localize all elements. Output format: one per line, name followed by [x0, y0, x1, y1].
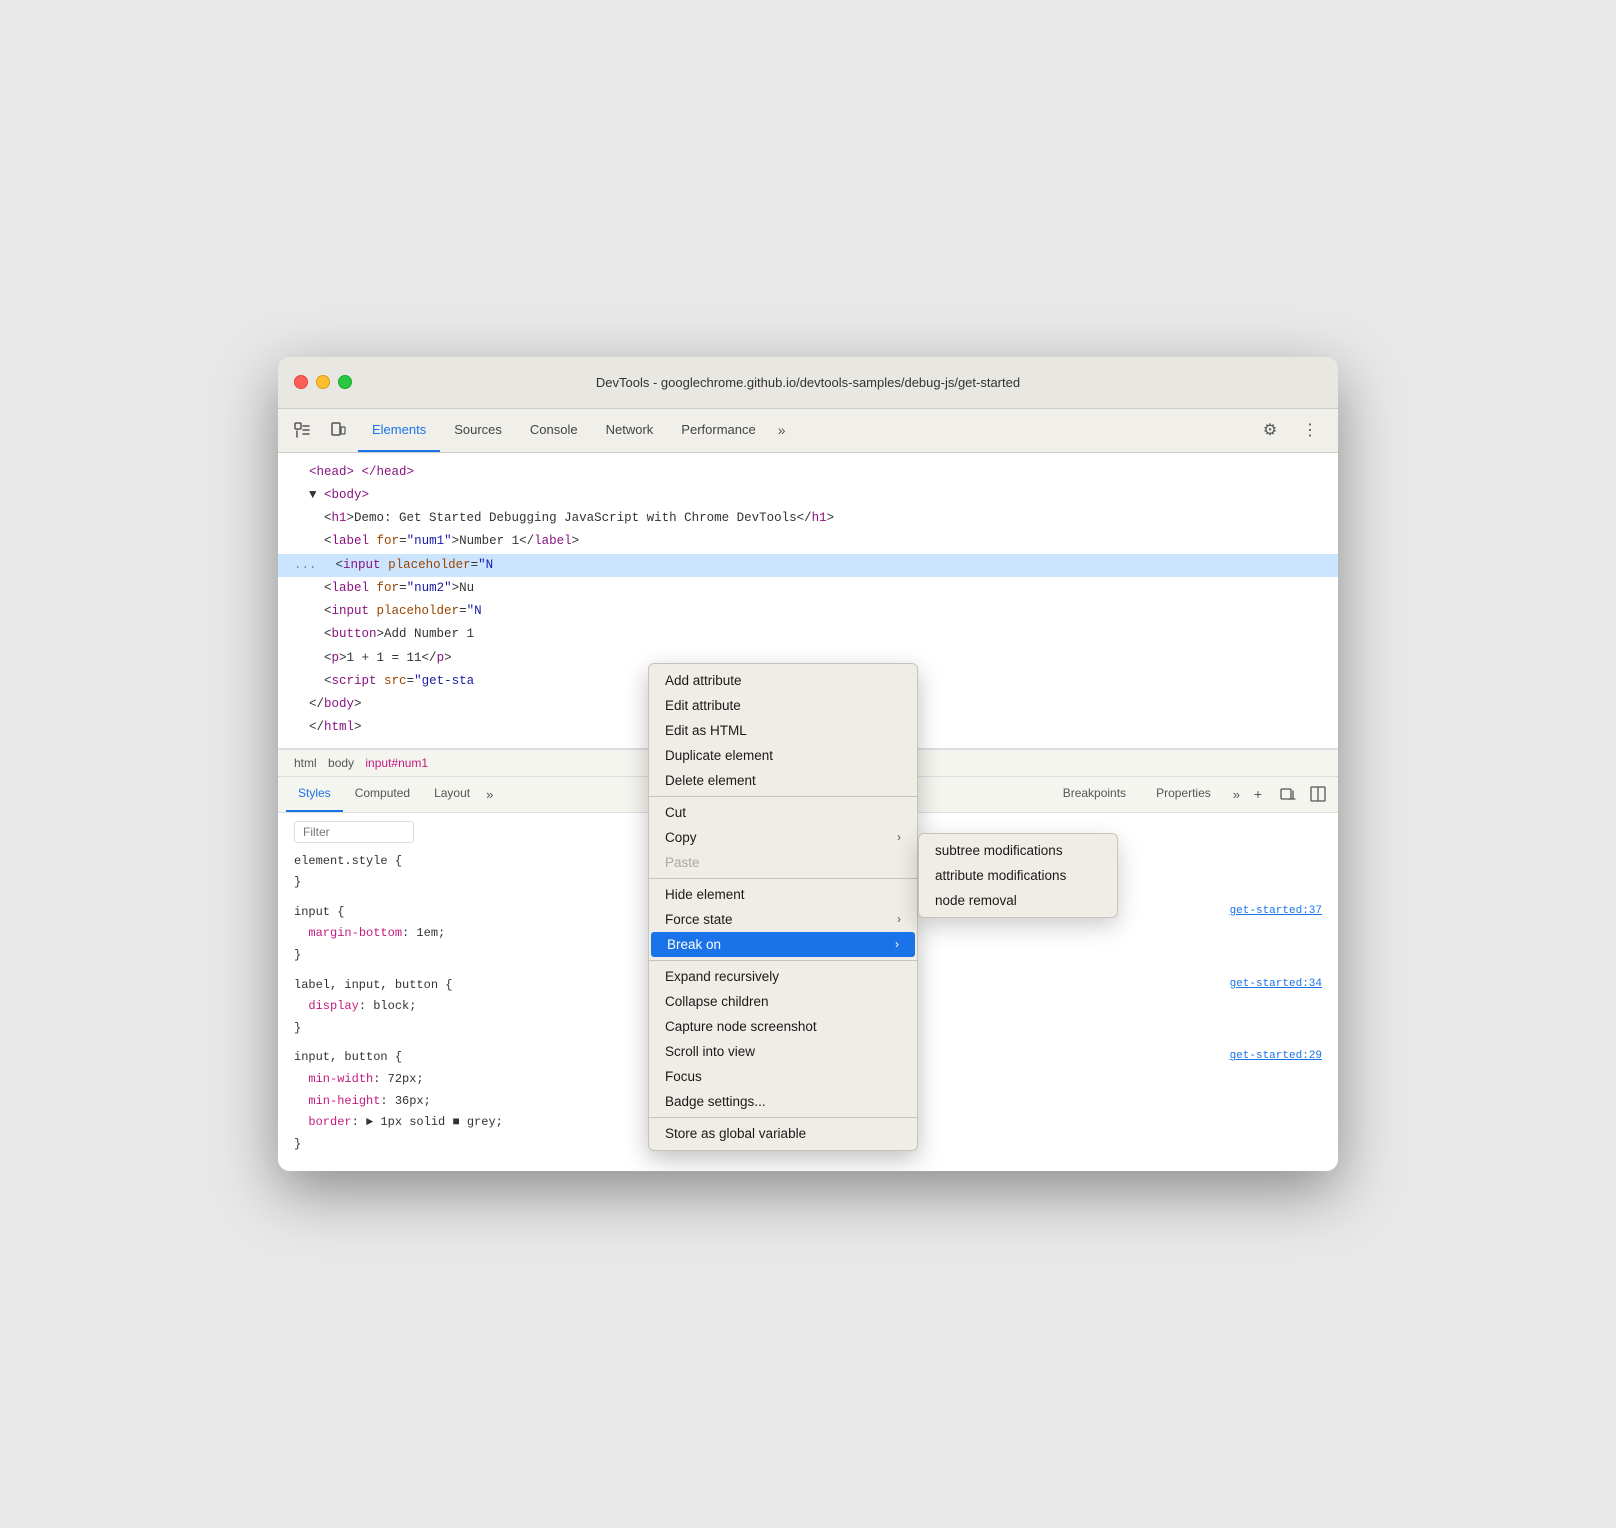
- dom-line-highlighted[interactable]: ... <input placeholder="N: [278, 554, 1338, 577]
- tab-styles[interactable]: Styles: [286, 777, 343, 812]
- dom-line: <h1>Demo: Get Started Debugging JavaScri…: [278, 507, 1338, 530]
- dom-line: ▼ <body>: [278, 484, 1338, 507]
- more-options-icon[interactable]: ⋮: [1294, 414, 1326, 446]
- cm-copy[interactable]: Copy ›: [649, 825, 917, 850]
- cm-badge-settings[interactable]: Badge settings...: [649, 1089, 917, 1114]
- cm-edit-attribute[interactable]: Edit attribute: [649, 693, 917, 718]
- breadcrumb-body[interactable]: body: [328, 756, 354, 770]
- cm-store-global[interactable]: Store as global variable: [649, 1121, 917, 1146]
- cm-collapse-children[interactable]: Collapse children: [649, 989, 917, 1014]
- tab-sources[interactable]: Sources: [440, 409, 516, 452]
- cm-force-state[interactable]: Force state ›: [649, 907, 917, 932]
- dom-line: <button>Add Number 1: [278, 623, 1338, 646]
- context-menu: Add attribute Edit attribute Edit as HTM…: [648, 663, 918, 1151]
- tab-performance[interactable]: Performance: [667, 409, 769, 452]
- bottom-tabs-more[interactable]: »: [486, 787, 493, 802]
- break-on-submenu: subtree modifications attribute modifica…: [918, 833, 1118, 918]
- styles-filter-input[interactable]: [294, 821, 414, 843]
- traffic-lights: [294, 375, 352, 389]
- devtools-tabs-bar: Elements Sources Console Network Perform…: [278, 409, 1338, 453]
- cm-delete-element[interactable]: Delete element: [649, 768, 917, 793]
- settings-icon[interactable]: ⚙: [1254, 414, 1286, 446]
- cm-cut[interactable]: Cut: [649, 800, 917, 825]
- tab-properties[interactable]: Properties: [1144, 786, 1223, 802]
- cm-expand-recursively[interactable]: Expand recursively: [649, 964, 917, 989]
- cm-separator: [649, 1117, 917, 1118]
- tab-layout[interactable]: Layout: [422, 777, 482, 812]
- bottom-right-tabs: Breakpoints Properties » +: [1051, 782, 1330, 806]
- dom-line: <head> </head>: [278, 461, 1338, 484]
- toggle-panel-icon[interactable]: [1306, 782, 1330, 806]
- cm-break-on[interactable]: Break on ›: [651, 932, 915, 957]
- arrow-icon: ›: [897, 830, 901, 844]
- tab-console[interactable]: Console: [516, 409, 592, 452]
- device-toggle-icon[interactable]: [322, 414, 354, 446]
- tab-breakpoints[interactable]: Breakpoints: [1051, 786, 1138, 802]
- breadcrumb-active[interactable]: input#num1: [365, 756, 428, 770]
- bottom-right-more[interactable]: »: [1233, 787, 1240, 802]
- tab-computed[interactable]: Computed: [343, 777, 422, 812]
- cm-add-attribute[interactable]: Add attribute: [649, 668, 917, 693]
- cm-paste: Paste: [649, 850, 917, 875]
- add-style-rule-icon[interactable]: +: [1246, 782, 1270, 806]
- dom-line: <input placeholder="N: [278, 600, 1338, 623]
- cm-separator: [649, 960, 917, 961]
- cm-hide-element[interactable]: Hide element: [649, 882, 917, 907]
- tab-network[interactable]: Network: [592, 409, 668, 452]
- submenu-subtree-modifications[interactable]: subtree modifications: [919, 838, 1117, 863]
- tab-elements[interactable]: Elements: [358, 409, 440, 452]
- tabs-more-button[interactable]: »: [770, 422, 794, 438]
- maximize-button[interactable]: [338, 375, 352, 389]
- minimize-button[interactable]: [316, 375, 330, 389]
- dt-right-icons: ⚙ ⋮: [1254, 414, 1330, 446]
- cm-duplicate-element[interactable]: Duplicate element: [649, 743, 917, 768]
- cm-focus[interactable]: Focus: [649, 1064, 917, 1089]
- dom-line: <label for="num1">Number 1</label>: [278, 530, 1338, 553]
- submenu-node-removal[interactable]: node removal: [919, 888, 1117, 913]
- cm-scroll-into-view[interactable]: Scroll into view: [649, 1039, 917, 1064]
- window-title: DevTools - googlechrome.github.io/devtoo…: [596, 375, 1020, 390]
- inspector-icon[interactable]: [286, 414, 318, 446]
- cm-edit-as-html[interactable]: Edit as HTML: [649, 718, 917, 743]
- cm-separator: [649, 796, 917, 797]
- devtools-content: <head> </head> ▼ <body> <h1>Demo: Get St…: [278, 453, 1338, 1172]
- cm-capture-screenshot[interactable]: Capture node screenshot: [649, 1014, 917, 1039]
- new-style-rule-icon[interactable]: [1276, 782, 1300, 806]
- title-bar: DevTools - googlechrome.github.io/devtoo…: [278, 357, 1338, 409]
- cm-separator: [649, 878, 917, 879]
- arrow-icon: ›: [897, 912, 901, 926]
- submenu-attribute-modifications[interactable]: attribute modifications: [919, 863, 1117, 888]
- close-button[interactable]: [294, 375, 308, 389]
- devtools-window: DevTools - googlechrome.github.io/devtoo…: [278, 357, 1338, 1172]
- dom-line: <label for="num2">Nu: [278, 577, 1338, 600]
- arrow-icon: ›: [895, 937, 899, 951]
- breadcrumb-html[interactable]: html: [294, 756, 317, 770]
- tabs-list: Elements Sources Console Network Perform…: [358, 409, 1246, 452]
